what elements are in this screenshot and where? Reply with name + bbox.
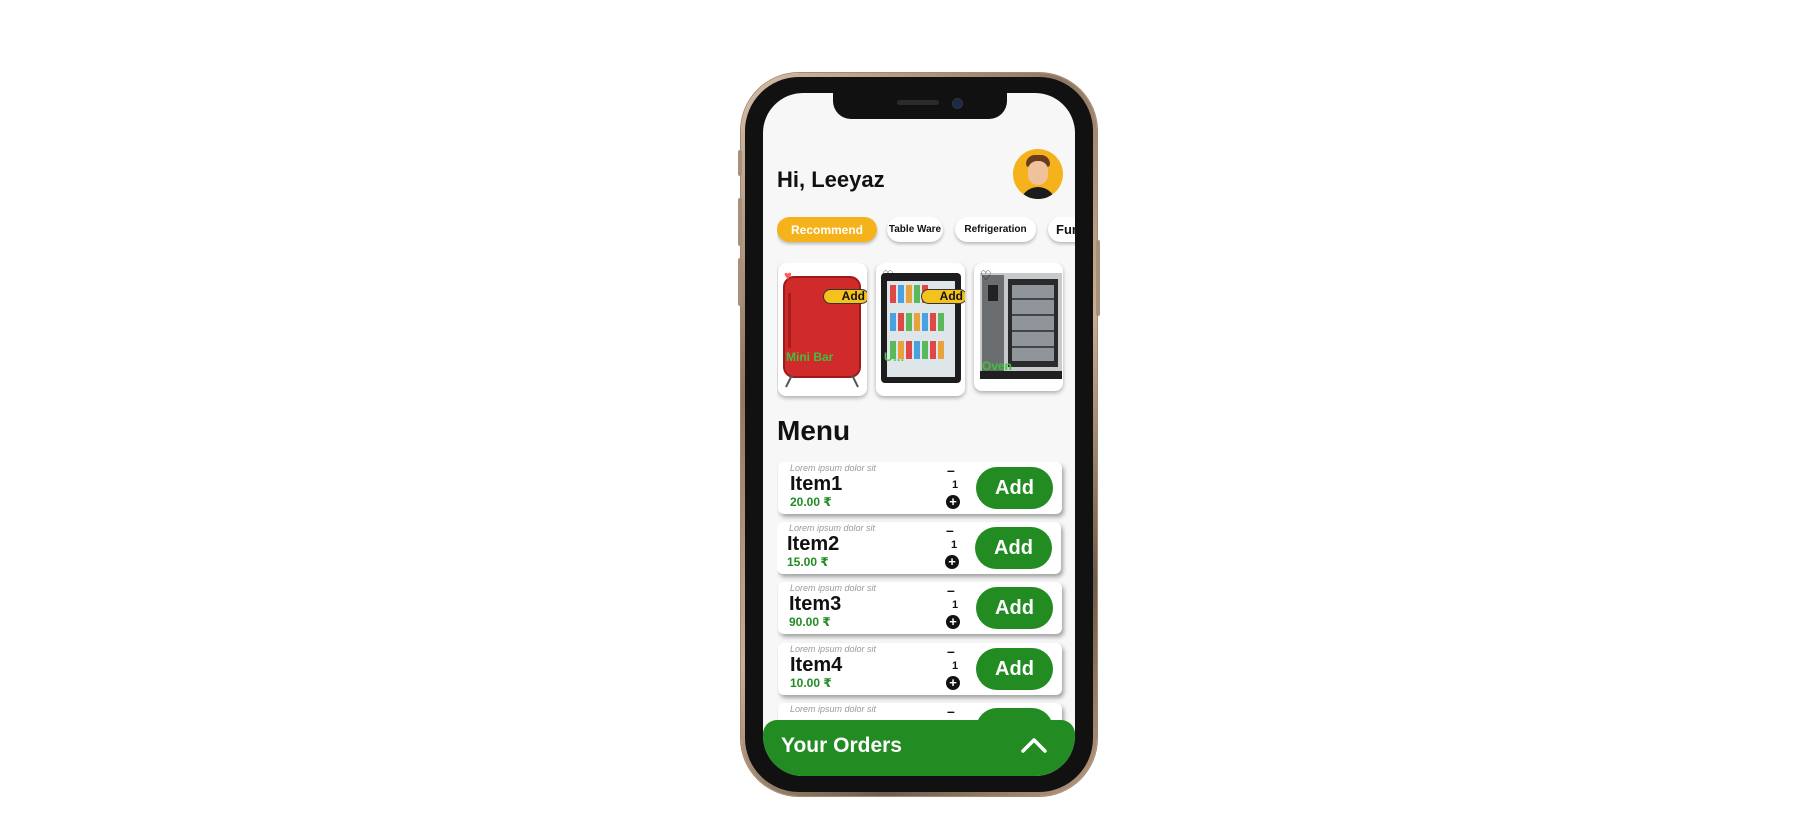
- notch: [833, 93, 1007, 119]
- item-name: Item4: [790, 654, 843, 676]
- menu-list: Lorem ipsum dolor sit Item1 20.00 ₹ – 1 …: [777, 462, 1075, 722]
- featured-name: Mini Bar: [786, 350, 834, 364]
- decrement-button[interactable]: –: [946, 522, 954, 538]
- item-quantity: 1: [951, 539, 958, 551]
- item-name: Item2: [787, 533, 840, 555]
- app-screen: Hi, Leeyaz Recommend Table Ware Refriger…: [763, 93, 1075, 776]
- featured-card-mini-bar[interactable]: ♥ Add Mini Bar: [778, 263, 867, 396]
- item-quantity: 1: [952, 599, 959, 611]
- add-item-button[interactable]: Add: [976, 467, 1053, 509]
- item-description: Lorem ipsum dolor sit: [790, 644, 877, 654]
- category-tabs: Recommend Table Ware Refrigeration Fur: [777, 217, 1075, 247]
- add-item-button[interactable]: Add: [976, 648, 1053, 690]
- increment-button[interactable]: +: [945, 555, 959, 569]
- speaker: [897, 100, 939, 105]
- menu-item: Lorem ipsum dolor sit Item3 90.00 ₹ – 1 …: [778, 582, 1062, 634]
- item-name: Item3: [789, 593, 842, 615]
- decrement-button[interactable]: –: [947, 582, 955, 598]
- avatar-face: [1028, 161, 1048, 185]
- your-orders-bar[interactable]: Your Orders: [763, 720, 1075, 776]
- increment-button[interactable]: +: [946, 495, 960, 509]
- tab-table-ware[interactable]: Table Ware: [887, 217, 943, 242]
- tab-recommend[interactable]: Recommend: [777, 217, 877, 242]
- featured-name: U…: [884, 350, 905, 364]
- item-quantity: 1: [952, 660, 959, 672]
- item-price: 10.00 ₹: [790, 676, 832, 690]
- featured-name: Oven: [982, 359, 1013, 373]
- side-button-left-3: [738, 258, 742, 306]
- featured-card-drinks-fridge[interactable]: ♡ Add U…: [876, 263, 965, 396]
- avatar-body: [1020, 187, 1056, 199]
- item-quantity: 1: [952, 479, 959, 491]
- menu-title: Menu: [777, 415, 851, 446]
- featured-add-button[interactable]: Add: [921, 289, 965, 304]
- decrement-button[interactable]: –: [947, 643, 955, 659]
- featured-add-button[interactable]: Add: [823, 289, 867, 304]
- item-description: Lorem ipsum dolor sit: [790, 704, 877, 714]
- menu-item: Lorem ipsum dolor sit Item4 10.00 ₹ – 1 …: [778, 643, 1062, 695]
- featured-card-oven[interactable]: ♡ Oven: [974, 263, 1063, 391]
- heart-filled-icon[interactable]: ♥: [784, 269, 792, 282]
- item-price: 90.00 ₹: [789, 615, 831, 629]
- tab-refrigeration[interactable]: Refrigeration: [955, 217, 1036, 242]
- item-description: Lorem ipsum dolor sit: [790, 583, 877, 593]
- tab-fur[interactable]: Fur: [1048, 217, 1075, 242]
- side-button-right: [1096, 240, 1100, 316]
- decrement-button[interactable]: –: [947, 462, 955, 478]
- heart-outline-icon[interactable]: ♡: [882, 269, 894, 282]
- item-description: Lorem ipsum dolor sit: [790, 463, 877, 473]
- item-name: Item1: [790, 473, 843, 495]
- increment-button[interactable]: +: [946, 615, 960, 629]
- menu-item: Lorem ipsum dolor sit Item1 20.00 ₹ – 1 …: [778, 462, 1062, 514]
- decrement-button[interactable]: –: [947, 703, 955, 719]
- item-description: Lorem ipsum dolor sit: [789, 523, 876, 533]
- featured-carousel: ♥ Add Mini Bar ♡ Add U… ♡ Oven: [777, 263, 1075, 403]
- front-camera: [952, 98, 963, 109]
- item-price: 20.00 ₹: [790, 495, 832, 509]
- add-item-button[interactable]: Add: [975, 527, 1052, 569]
- side-button-left-1: [738, 150, 742, 176]
- item-price: 15.00 ₹: [787, 555, 829, 569]
- side-button-left-2: [738, 198, 742, 246]
- heart-outline-icon[interactable]: ♡: [980, 269, 992, 282]
- avatar[interactable]: [1013, 149, 1063, 199]
- add-item-button[interactable]: Add: [976, 587, 1053, 629]
- your-orders-label: Your Orders: [781, 734, 902, 757]
- chevron-up-icon[interactable]: [1019, 734, 1049, 756]
- increment-button[interactable]: +: [946, 676, 960, 690]
- menu-item: Lorem ipsum dolor sit Item2 15.00 ₹ – 1 …: [777, 522, 1061, 574]
- greeting-title: Hi, Leeyaz: [777, 167, 885, 192]
